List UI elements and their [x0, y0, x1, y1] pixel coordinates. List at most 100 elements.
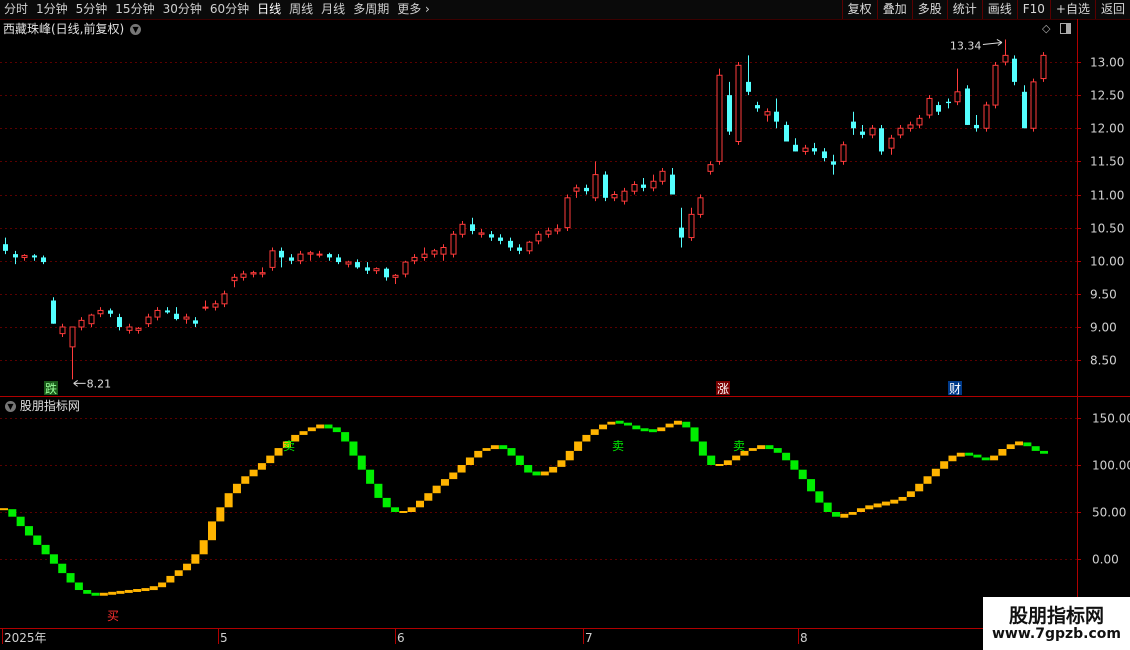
chevron-down-icon[interactable]: ▼ [5, 401, 16, 412]
indicator-bar [391, 507, 400, 512]
indicator-bar [307, 427, 316, 432]
candle-body [974, 124, 979, 129]
indicator-bar [83, 590, 92, 594]
candle-body [392, 274, 399, 278]
indicator-bar [624, 422, 632, 426]
indicator-bar [199, 540, 208, 555]
candle-body [440, 247, 447, 255]
indicator-bar [707, 455, 716, 465]
indicator-bar [607, 421, 616, 425]
indicator-bar [457, 465, 466, 473]
indicator-bar [765, 445, 774, 450]
indicator-bar [232, 483, 241, 494]
candle-body [860, 131, 865, 135]
indicator-bar [582, 434, 591, 442]
indicator-bar [915, 483, 924, 492]
time-axis-label: 6 [397, 631, 405, 645]
indicator-bar [299, 431, 308, 435]
indicator-bar [540, 471, 549, 476]
indicator-bar [241, 476, 250, 484]
indicator-bar [1031, 446, 1040, 451]
price-tick-label: 11.00 [1090, 189, 1124, 203]
candle-body [145, 316, 152, 325]
indicator-bar [856, 508, 865, 512]
indicator-bar [249, 469, 258, 477]
indicator-bar [615, 420, 624, 424]
candle-body [365, 267, 370, 271]
indicator-bar [956, 452, 965, 457]
chart-canvas[interactable]: 13.00 12.50 12.00 11.50 11.00 10.50 10.00 9.50 9… [0, 0, 1130, 650]
candle-body [240, 273, 247, 278]
time-axis-label: 2025年 [4, 631, 47, 645]
watermark-title: 股朋指标网 [1008, 605, 1104, 627]
candle-body [584, 187, 589, 192]
candle-body [117, 317, 122, 327]
candle-body [603, 174, 608, 198]
candle-body [727, 95, 732, 132]
indicator-bar [549, 466, 558, 473]
indicator-title-area[interactable]: ▼ 股朋指标网 [3, 398, 80, 414]
signal-label-3: 卖 [733, 439, 745, 453]
signal-label-2: 卖 [612, 439, 624, 453]
indicator-bar [923, 476, 932, 484]
price-tick-label: 11.50 [1090, 155, 1124, 169]
indicator-bar [557, 460, 566, 467]
price-tick-label: 13.00 [1090, 56, 1124, 70]
candle-body [774, 111, 779, 122]
candle-body [498, 237, 503, 241]
indicator-bar [890, 499, 899, 504]
indicator-bar [815, 491, 824, 503]
indicator-bar [341, 432, 350, 442]
indicator-bar [332, 427, 341, 433]
event-marker-0: 跌 [45, 381, 57, 396]
indicator-bar [723, 460, 732, 465]
indicator-bar [374, 483, 383, 498]
indicator-bar [266, 455, 275, 464]
indicator-bar [599, 424, 608, 430]
indicator-bar [698, 441, 707, 456]
indicator-bar [490, 445, 499, 450]
candle-body [345, 261, 352, 265]
indicator-bar [141, 588, 150, 592]
candle-body [897, 127, 904, 136]
candle-body [269, 250, 276, 268]
indicator-bar [981, 457, 990, 461]
indicator-bar [174, 570, 183, 576]
candle-body [631, 184, 638, 192]
candle-body [1040, 54, 1047, 80]
candle-body [851, 121, 856, 129]
indicator-bar [640, 428, 649, 432]
candle-body [611, 194, 618, 199]
indicator-bar [424, 493, 433, 501]
candle-body [554, 228, 561, 232]
indicator-bar [465, 457, 474, 465]
candle-body [983, 104, 990, 129]
candle-body [735, 64, 742, 142]
indicator-bar [399, 511, 408, 513]
candle-body [489, 234, 494, 238]
indicator-bar [823, 502, 832, 512]
indicator-bar [998, 449, 1007, 456]
candle-body [916, 117, 923, 126]
indicator-title: 股朋指标网 [19, 399, 80, 413]
candle-body [784, 124, 789, 142]
indicator-bar [532, 471, 541, 476]
candle-body [879, 128, 884, 152]
indicator-bar [116, 590, 125, 594]
indicator-bar [58, 563, 67, 574]
candle-body [650, 180, 657, 189]
indicator-bar [257, 463, 266, 470]
candle-body [508, 240, 513, 248]
indicator-bar [782, 452, 791, 461]
candle-body [1002, 54, 1009, 63]
candle-body [431, 250, 438, 255]
indicator-bar [507, 448, 516, 456]
indicator-bar [274, 448, 283, 456]
indicator-bar [965, 452, 974, 456]
indicator-bar [366, 469, 375, 484]
indicator-bar [474, 450, 483, 458]
candle-body [97, 309, 104, 315]
indicator-bar [840, 513, 849, 518]
candle-body [564, 197, 571, 229]
indicator-bar [316, 424, 325, 429]
